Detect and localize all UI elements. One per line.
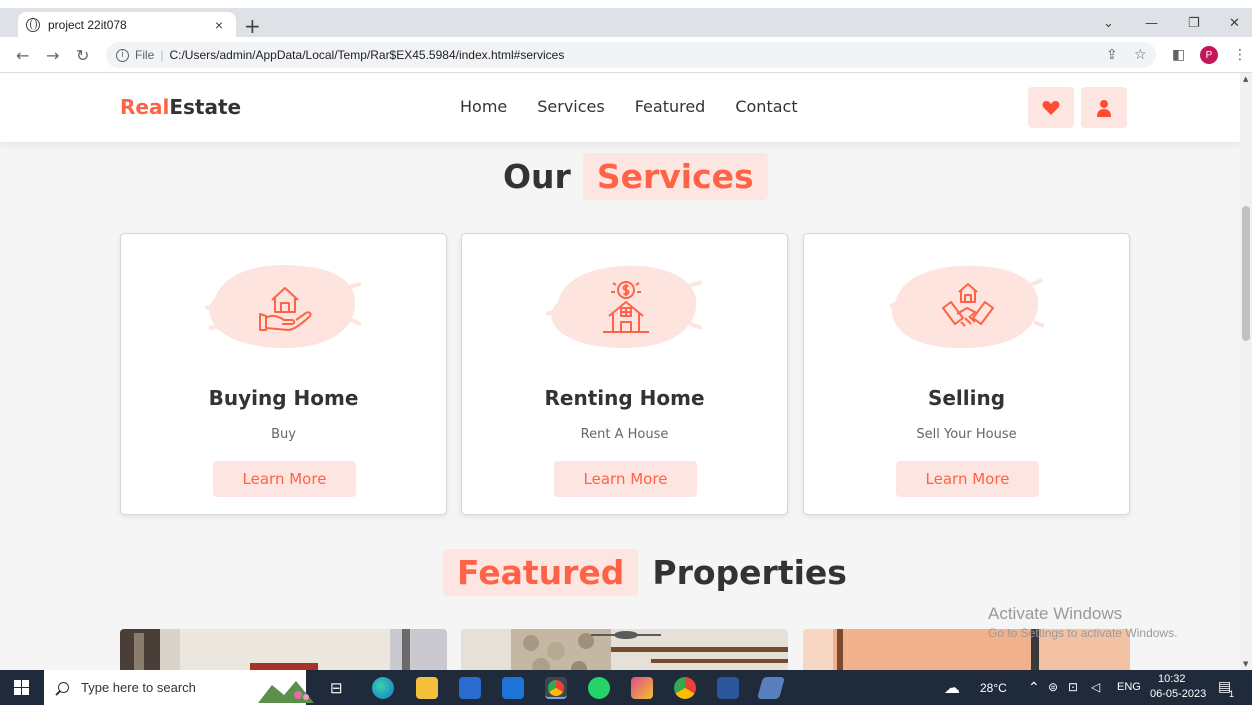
windows-taskbar: Type here to search ⊟ ☁ 28°C ⌃ ⊜ ⊡ ◁ ENG… <box>0 670 1252 705</box>
service-card-selling: Selling Sell Your House Learn More <box>803 233 1130 515</box>
nav-contact[interactable]: Contact <box>735 97 797 116</box>
services-heading-highlight: Services <box>582 153 768 200</box>
menu-kebab-icon[interactable]: ⋮ <box>1233 47 1247 63</box>
tab-search-chevron-icon[interactable]: ⌄ <box>1103 16 1114 31</box>
service-subtitle: Sell Your House <box>916 427 1017 442</box>
mail-icon[interactable] <box>502 677 524 699</box>
chrome-profile-icon[interactable] <box>545 677 567 699</box>
tray-chevron-icon[interactable]: ⌃ <box>1028 679 1040 696</box>
activate-windows-title: Activate Windows <box>988 604 1123 623</box>
featured-heading-plain: Properties <box>652 553 847 592</box>
tab-close-button[interactable]: × <box>210 17 228 33</box>
service-subtitle: Rent A House <box>580 427 669 442</box>
star-icon[interactable]: ☆ <box>1134 47 1147 63</box>
service-title: Buying Home <box>208 386 359 410</box>
chrome-icon[interactable] <box>674 677 696 699</box>
new-tab-button[interactable]: + <box>244 14 261 38</box>
info-icon[interactable]: i <box>116 48 129 62</box>
screen: project 22it078 × + ⌄ — ❐ ✕ ← → ↻ i File… <box>0 0 1252 705</box>
property-photo[interactable] <box>461 629 788 670</box>
restore-icon[interactable]: ❐ <box>1188 16 1200 31</box>
handshake-house-icon <box>942 283 994 327</box>
browser-toolbar: ← → ↻ i File | C:/Users/admin/AppData/Lo… <box>0 37 1252 73</box>
user-icon <box>1097 99 1111 117</box>
tray-date[interactable]: 06-05-2023 <box>1150 688 1206 700</box>
service-title: Renting Home <box>544 386 705 410</box>
windows-start-icon[interactable] <box>14 680 30 696</box>
learn-more-button[interactable]: Learn More <box>554 461 697 497</box>
tab-title: project 22it078 <box>48 17 127 32</box>
file-explorer-icon[interactable] <box>416 677 438 699</box>
side-panel-icon[interactable]: ◧ <box>1172 47 1185 63</box>
account-button[interactable] <box>1081 87 1127 128</box>
tray-time[interactable]: 10:32 <box>1158 673 1186 685</box>
taskbar-search-placeholder: Type here to search <box>81 680 196 695</box>
task-view-icon[interactable]: ⊟ <box>330 679 343 697</box>
service-subtitle: Buy <box>271 427 296 442</box>
nav-services[interactable]: Services <box>537 97 604 116</box>
scrollbar-thumb[interactable] <box>1242 206 1250 341</box>
tray-volume-icon[interactable]: ◁ <box>1091 680 1100 694</box>
site-header: RealEstate Home Services Featured Contac… <box>0 73 1240 142</box>
reload-icon[interactable]: ↻ <box>76 46 89 65</box>
url-scheme: File <box>135 48 155 62</box>
edge-browser-icon[interactable] <box>372 677 394 699</box>
weather-landscape-icon[interactable] <box>258 673 314 703</box>
forward-arrow-icon[interactable]: → <box>46 46 59 65</box>
address-bar[interactable]: i File | C:/Users/admin/AppData/Local/Te… <box>106 42 1156 68</box>
whatsapp-icon[interactable] <box>588 677 610 699</box>
colorful-app-icon[interactable] <box>631 677 653 699</box>
nav-featured[interactable]: Featured <box>635 97 706 116</box>
learn-more-button[interactable]: Learn More <box>896 461 1039 497</box>
activate-windows-subtitle: Go to Settings to activate Windows. <box>988 626 1178 640</box>
scroll-up-icon[interactable]: ▲ <box>1243 75 1248 83</box>
browser-tab-bar: project 22it078 × + ⌄ — ❐ ✕ <box>0 8 1252 38</box>
close-window-icon[interactable]: ✕ <box>1229 16 1240 31</box>
scroll-down-icon[interactable]: ▼ <box>1243 660 1248 668</box>
house-with-dollar-icon <box>603 281 649 333</box>
site-logo[interactable]: RealEstate <box>120 95 241 119</box>
pen-app-icon[interactable] <box>757 677 785 699</box>
url-separator: | <box>160 48 164 62</box>
service-card-renting: Renting Home Rent A House Learn More <box>461 233 788 515</box>
living-room-image <box>120 629 447 670</box>
tray-display-icon[interactable]: ⊡ <box>1068 680 1078 694</box>
word-icon[interactable] <box>717 677 739 699</box>
service-title: Selling <box>927 386 1006 410</box>
heart-icon <box>1042 100 1060 115</box>
share-icon[interactable]: ⇪ <box>1106 47 1118 63</box>
weather-cloud-icon[interactable]: ☁ <box>944 678 960 698</box>
wishlist-button[interactable] <box>1028 87 1074 128</box>
browser-tab[interactable]: project 22it078 × <box>18 12 236 37</box>
page-viewport: RealEstate Home Services Featured Contac… <box>0 73 1252 670</box>
microsoft-store-icon[interactable] <box>459 677 481 699</box>
house-in-hand-icon <box>259 287 312 331</box>
notification-count: 1 <box>1229 689 1235 699</box>
back-arrow-icon[interactable]: ← <box>16 46 29 65</box>
tray-network-icon[interactable]: ⊜ <box>1048 680 1058 694</box>
profile-avatar[interactable]: P <box>1200 46 1218 64</box>
taskbar-temperature[interactable]: 28°C <box>980 681 1007 695</box>
services-heading: Our Services <box>503 153 768 200</box>
globe-icon <box>26 17 40 32</box>
featured-heading-highlight: Featured <box>443 549 639 596</box>
service-card-buying: Buying Home Buy Learn More <box>120 233 447 515</box>
nav-home[interactable]: Home <box>460 97 507 116</box>
logo-rest: Estate <box>169 95 242 119</box>
tray-language[interactable]: ENG <box>1117 681 1141 693</box>
learn-more-button[interactable]: Learn More <box>213 461 356 497</box>
services-heading-plain: Our <box>503 157 571 196</box>
search-icon <box>58 682 69 693</box>
top-strip <box>0 0 1252 8</box>
property-photo[interactable] <box>120 629 447 670</box>
featured-heading: Featured Properties <box>443 549 847 596</box>
stone-fireplace-room-image <box>461 629 788 670</box>
main-nav: Home Services Featured Contact <box>460 97 828 116</box>
minimize-icon[interactable]: — <box>1145 16 1158 31</box>
page-scrollbar[interactable]: ▲ ▼ <box>1240 73 1252 670</box>
url-text: C:/Users/admin/AppData/Local/Temp/Rar$EX… <box>169 48 565 62</box>
logo-accent: Real <box>120 95 170 119</box>
